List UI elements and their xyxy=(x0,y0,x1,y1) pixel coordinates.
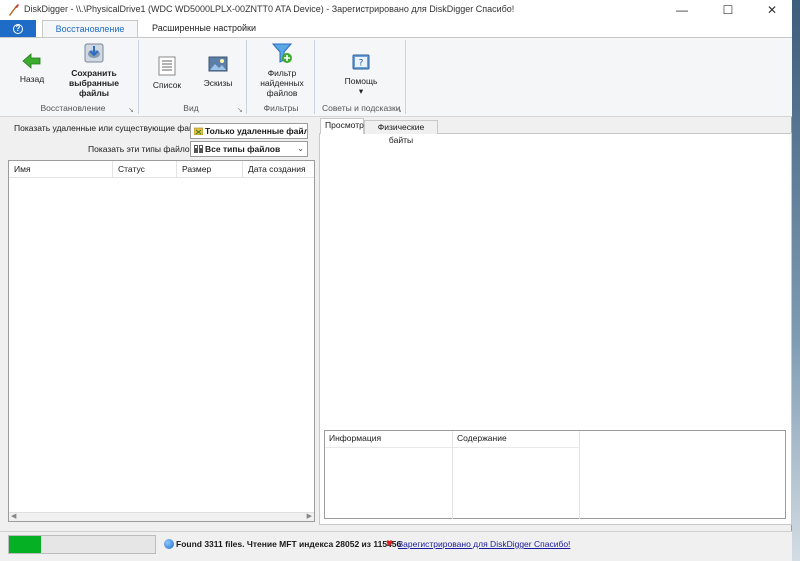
filter-funnel-icon xyxy=(271,43,293,63)
help-button-label: Помощь xyxy=(344,76,378,86)
ribbon-separator xyxy=(138,40,139,114)
back-button[interactable]: Назад xyxy=(14,52,50,84)
globe-icon xyxy=(164,539,174,549)
deleted-files-icon xyxy=(194,127,203,135)
ribbon-tab-row: ? Восстановление файлов Расширенные наст… xyxy=(0,20,792,51)
file-list-header: Имя Статус Размер Дата создания xyxy=(9,161,314,178)
group-label-view: Вид xyxy=(183,103,199,113)
tab-preview[interactable]: Просмотр xyxy=(320,118,364,134)
diskdigger-app-icon xyxy=(9,4,19,16)
filter-found-files-button[interactable]: Фильтр найденных файлов xyxy=(256,42,308,98)
tips-group-launcher-icon[interactable]: ↘ xyxy=(396,106,402,114)
recovery-group-launcher-icon[interactable]: ↘ xyxy=(128,106,134,114)
progress-fill xyxy=(9,536,42,553)
column-header-content: Содержание xyxy=(457,433,507,443)
maximize-button[interactable]: ☐ xyxy=(706,0,750,20)
thumbnails-view-icon xyxy=(208,56,228,72)
chevron-down-icon: ▾ xyxy=(358,86,364,96)
filter-label-line2: найденных xyxy=(260,78,304,88)
view-group-launcher-icon[interactable]: ↘ xyxy=(237,106,243,114)
show-deleted-dropdown[interactable]: Только удаленные файлы ⌄ xyxy=(190,123,308,139)
title-bar: DiskDigger - \\.\PhysicalDrive1 (WDC WD5… xyxy=(0,0,792,20)
content-column: Содержание xyxy=(453,431,580,519)
header-divider xyxy=(325,447,580,448)
heart-icon: ♥ xyxy=(386,536,394,550)
help-menu-button[interactable]: ? xyxy=(0,20,36,38)
app-window: DiskDigger - \\.\PhysicalDrive1 (WDC WD5… xyxy=(0,0,792,561)
view-list-button[interactable]: Список xyxy=(148,56,186,90)
group-label-filters: Фильтры xyxy=(263,103,299,113)
found-files-list[interactable]: Имя Статус Размер Дата создания ◀ ▶ xyxy=(8,160,315,522)
view-thumbnails-label: Эскизы xyxy=(203,78,233,88)
show-deleted-value: Только удаленные файлы xyxy=(205,126,308,136)
status-bar: Found 3311 files. Чтение MFT индекса 280… xyxy=(0,531,792,561)
help-book-icon: ? xyxy=(352,54,370,70)
dropdown-arrow-icon: ⌄ xyxy=(297,144,304,153)
scan-status-text: Found 3311 files. Чтение MFT индекса 280… xyxy=(176,539,402,549)
ribbon-separator xyxy=(314,40,315,114)
column-header-info: Информация xyxy=(329,433,382,443)
help-button[interactable]: ? Помощь ▾ xyxy=(338,52,384,96)
column-header-created[interactable]: Дата создания xyxy=(243,161,314,177)
registered-link[interactable]: Зарегистрировано для DiskDigger Спасибо! xyxy=(398,539,570,549)
minimize-button[interactable]: — xyxy=(660,0,704,20)
filter-label-line3: файлов xyxy=(266,88,298,98)
ribbon: Назад Сохранить выбранные файлы Восстано… xyxy=(0,37,792,117)
group-label-tips: Советы и подсказки xyxy=(322,103,401,113)
file-info-table: Информация Содержание xyxy=(324,430,786,519)
file-types-icon xyxy=(194,145,203,153)
horizontal-scrollbar[interactable]: ◀ ▶ xyxy=(9,512,314,521)
view-list-label: Список xyxy=(152,80,182,90)
column-header-name[interactable]: Имя xyxy=(9,161,113,177)
column-header-size[interactable]: Размер xyxy=(177,161,243,177)
ribbon-separator xyxy=(405,40,406,114)
save-button-label-line1: Сохранить xyxy=(71,68,117,78)
view-thumbnails-button[interactable]: Эскизы xyxy=(198,56,238,88)
scroll-right-icon[interactable]: ▶ xyxy=(307,512,312,520)
ribbon-separator xyxy=(246,40,247,114)
question-icon: ? xyxy=(13,24,23,34)
window-title: DiskDigger - \\.\PhysicalDrive1 (WDC WD5… xyxy=(24,4,515,14)
dropdown-arrow-icon: ⌄ xyxy=(297,126,304,135)
svg-text:?: ? xyxy=(359,59,364,69)
save-selected-files-button[interactable]: Сохранить выбранные файлы xyxy=(56,42,132,98)
tab-physical-bytes[interactable]: Физические байты xyxy=(364,120,438,145)
tab-file-recovery[interactable]: Восстановление файлов xyxy=(42,20,138,51)
save-button-label-line2: выбранные файлы xyxy=(69,78,119,98)
scan-progress-bar xyxy=(8,535,156,554)
group-label-recovery: Восстановление xyxy=(40,103,106,113)
filter-label-line1: Фильтр xyxy=(267,68,297,78)
green-back-arrow-icon xyxy=(22,53,41,69)
list-view-icon xyxy=(158,56,176,76)
show-deleted-label: Показать удаленные или существующие файл… xyxy=(14,123,206,133)
file-types-value: Все типы файлов xyxy=(205,144,281,154)
back-button-label: Назад xyxy=(19,74,45,84)
tab-advanced-settings[interactable]: Расширенные настройки xyxy=(144,20,264,38)
column-header-status[interactable]: Статус xyxy=(113,161,177,177)
file-types-dropdown[interactable]: Все типы файлов ⌄ xyxy=(190,141,308,157)
scroll-left-icon[interactable]: ◀ xyxy=(11,512,16,520)
close-button[interactable]: ✕ xyxy=(750,0,794,20)
save-disk-icon xyxy=(84,43,104,63)
info-column: Информация xyxy=(325,431,453,519)
show-types-label: Показать эти типы файлов: xyxy=(88,144,197,154)
